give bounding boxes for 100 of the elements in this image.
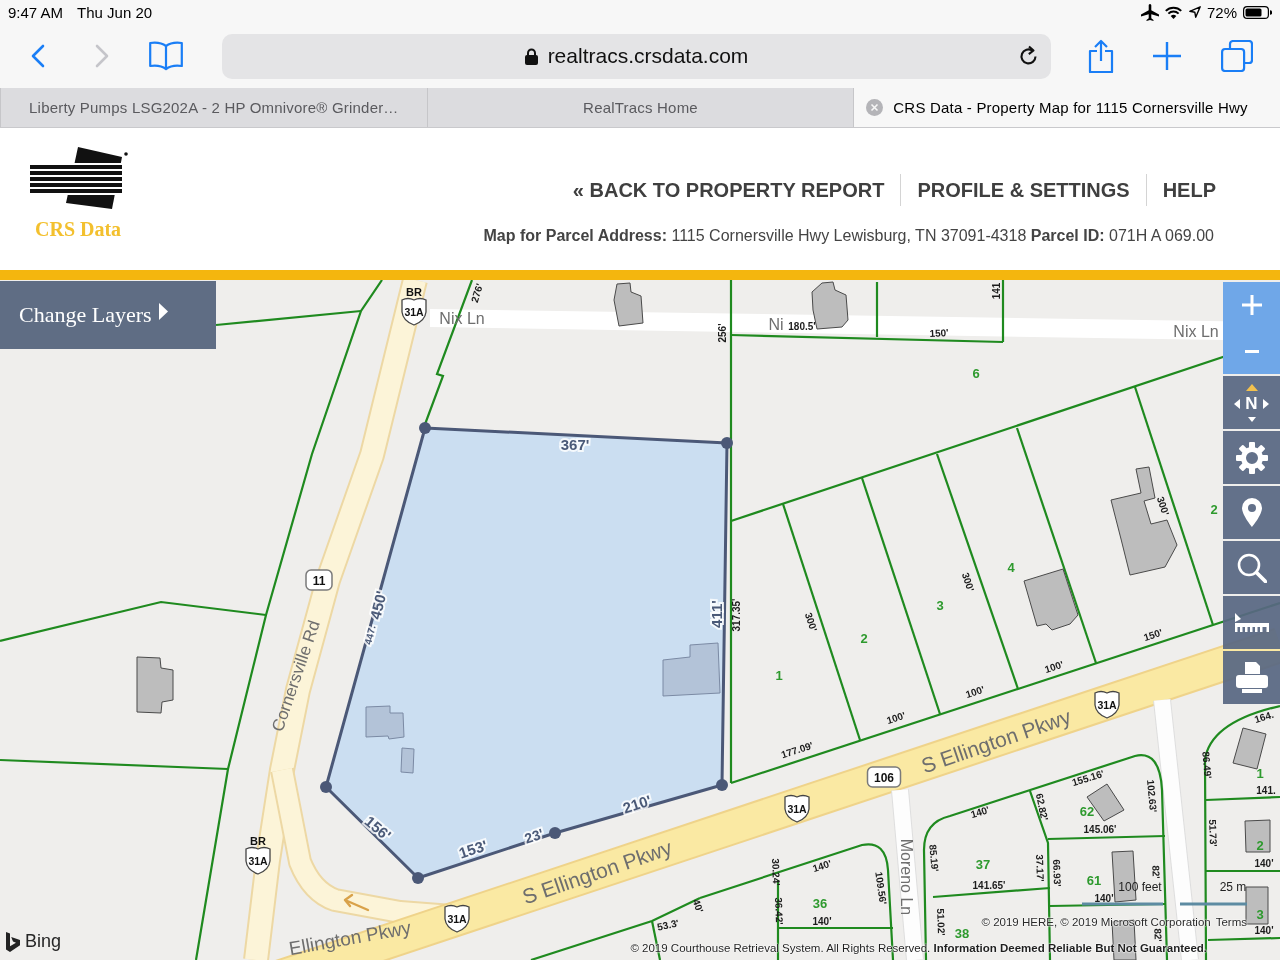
dimension-label: 100' [885, 709, 907, 727]
dimension-label: 140' [1254, 857, 1274, 869]
search-button[interactable] [1223, 541, 1280, 594]
dimension-label: 276' [468, 282, 486, 304]
nav-link[interactable]: « BACK TO PROPERTY REPORT [556, 174, 901, 206]
scale-bar [1180, 902, 1247, 906]
dimension-label: 300' [802, 611, 820, 633]
building-footprint [1244, 819, 1271, 853]
road-label: Nix Ln [1173, 322, 1219, 340]
measure-button[interactable] [1223, 596, 1280, 649]
lot-number: 38 [954, 925, 970, 941]
compass-button[interactable]: N [1223, 376, 1280, 429]
building-footprint [1111, 850, 1137, 903]
nav-link[interactable]: HELP [1145, 174, 1216, 206]
browser-tab[interactable]: Liberty Pumps LSG202A - 2 HP Omnivore® Grinder… [0, 88, 427, 127]
scale-label: 100 feet [1118, 880, 1162, 894]
location-button[interactable] [1223, 486, 1280, 539]
change-layers-button[interactable]: Change Layers [0, 281, 216, 349]
provider-logo-text: Bing [25, 931, 62, 952]
vertex-marker [716, 779, 728, 791]
dimension-label: 140' [811, 857, 833, 875]
chevron-left-icon[interactable] [31, 44, 45, 68]
battery-percentage: 72% [1206, 3, 1237, 21]
caret-down-icon [1247, 416, 1256, 422]
building-footprint [1245, 886, 1269, 925]
dimension-label: 66.93' [1051, 859, 1063, 887]
dimension-label: 100' [1043, 658, 1065, 676]
building-footprint [613, 282, 644, 327]
lot-number: 61 [1086, 872, 1102, 888]
gear-icon [1235, 441, 1268, 474]
battery-icon [1243, 5, 1272, 19]
zoom-in-button[interactable] [1223, 282, 1280, 328]
logo-text: CRS Data [35, 218, 122, 241]
dimension-label: 85.19' [927, 843, 941, 873]
status-date: Thu Jun 20 [77, 3, 153, 21]
building-footprint [1232, 727, 1267, 770]
dimension-label: 141 [990, 282, 1002, 300]
dimension-label: 140' [1094, 892, 1114, 904]
parcel-edge-length: 156' [361, 812, 395, 844]
route-shield: 11 [305, 569, 333, 591]
road-label: Ellington Pkwy [287, 916, 413, 960]
airplane-icon [1140, 3, 1159, 21]
road-label: Ni [768, 315, 784, 333]
caret-left-icon [1234, 398, 1241, 409]
route-prefix: BR [406, 286, 422, 298]
overlapping-squares-icon[interactable] [1221, 40, 1253, 72]
dimension-label: 141. [1256, 784, 1276, 796]
parcel-address-line: Map for Parcel Address: 1115 Cornersville Hwy Lewisburg, TN 37091-4318 Parcel ID: 071H A 069.00 [483, 227, 1214, 245]
lot-number: 36 [812, 895, 828, 911]
dimension-label: 82' [1152, 928, 1164, 942]
lot-number: 4 [1007, 559, 1015, 575]
striped-logo-icon [30, 147, 128, 211]
lock-icon [524, 47, 538, 65]
dimension-label: 145.06' [1083, 823, 1117, 835]
plus-icon[interactable] [1153, 42, 1181, 70]
status-time: 9:47 AM [8, 3, 64, 21]
terms-link[interactable]: Terms [1215, 916, 1247, 928]
wifi-icon [1164, 5, 1182, 19]
dimension-label: 51.02' [935, 908, 947, 936]
parcel-edge-length: 367' [560, 435, 590, 453]
lot-number: 37 [975, 856, 991, 872]
address-bar[interactable]: realtracs.crsdata.com [222, 33, 1051, 79]
share-icon[interactable] [1088, 39, 1114, 73]
search-icon [1236, 552, 1267, 583]
dimension-label: 37.17' [1034, 854, 1046, 882]
dimension-label: 180.5' [788, 320, 816, 332]
print-button[interactable] [1223, 651, 1280, 704]
book-icon[interactable] [149, 41, 183, 71]
parcel-edge-length: 23' [522, 825, 546, 847]
settings-button[interactable] [1223, 431, 1280, 484]
dimension-label: 62.82' [1033, 792, 1051, 822]
location-arrow-icon [1188, 6, 1201, 18]
vertex-marker [412, 872, 424, 884]
dimension-label: 164. [1253, 708, 1275, 726]
scale-label: 25 m [1219, 880, 1247, 894]
building-footprint [136, 656, 174, 714]
nav-link[interactable]: PROFILE & SETTINGS [900, 174, 1146, 206]
dimension-label: 140' [1254, 924, 1274, 936]
building-footprint [1023, 568, 1079, 631]
browser-tab[interactable]: CRS Data - Property Map for 1115 Cornersville Hwy [853, 88, 1280, 127]
dimension-label: 155.16' [1070, 767, 1106, 789]
dimension-label: 256' [716, 323, 728, 343]
lot-number: 6 [972, 365, 980, 381]
dimension-label: 140' [969, 803, 991, 821]
dimension-label: 82' [1150, 865, 1162, 879]
close-icon[interactable] [866, 99, 884, 116]
dimension-label: 86.49' [1200, 750, 1214, 780]
lot-number: 2 [1256, 837, 1264, 853]
lot-number: 1 [775, 667, 783, 683]
ruler-icon [1234, 613, 1269, 632]
printer-icon [1235, 662, 1268, 693]
dimension-label: 30.24' [770, 858, 782, 886]
vertex-marker [419, 422, 431, 434]
vertex-marker [721, 437, 733, 449]
dimension-label: 109.56' [873, 870, 889, 906]
dimension-label: 177.09' [779, 739, 815, 761]
dimension-label: 140' [812, 915, 832, 927]
dimension-label: 150' [929, 327, 949, 339]
circular-arrow-icon[interactable] [1019, 45, 1039, 67]
dimension-label: 36.42' [773, 897, 785, 925]
